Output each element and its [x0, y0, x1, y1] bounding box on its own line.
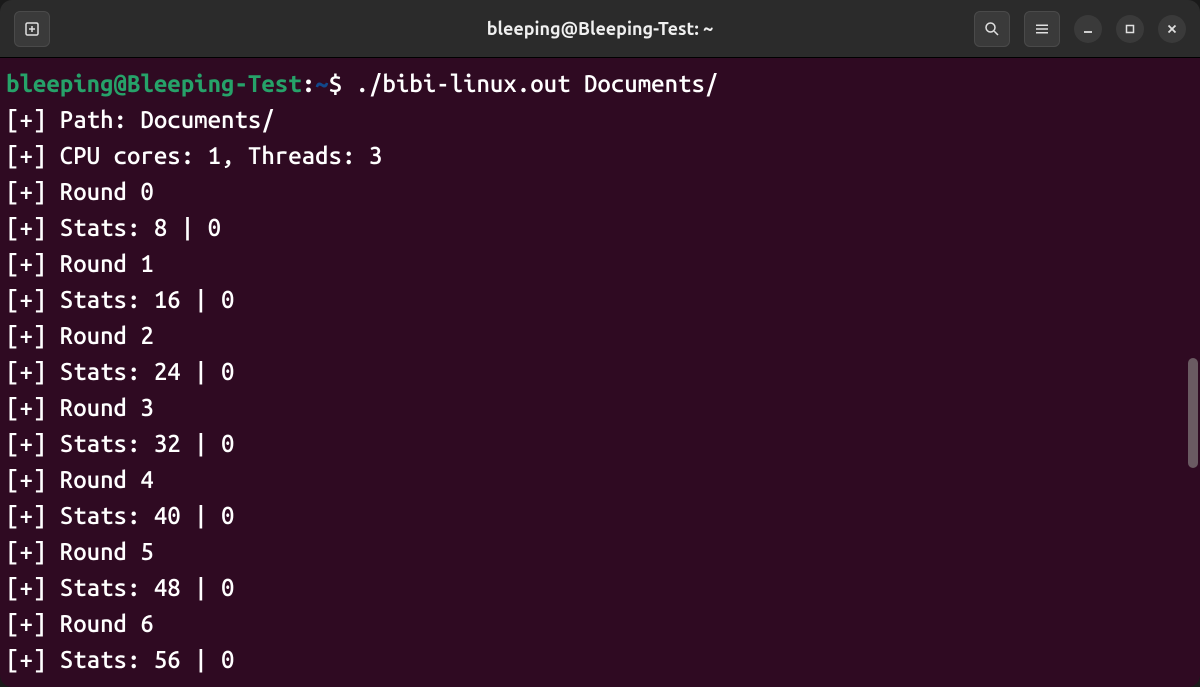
- output-line: [+] CPU cores: 1, Threads: 3: [6, 138, 1194, 174]
- close-button[interactable]: [1158, 15, 1186, 43]
- output-line: [+] Path: Documents/: [6, 102, 1194, 138]
- titlebar-right-controls: [974, 11, 1186, 47]
- menu-button[interactable]: [1024, 11, 1060, 47]
- output-line: [+] Stats: 24 | 0: [6, 354, 1194, 390]
- terminal-body[interactable]: bleeping@Bleeping-Test:~$ ./bibi-linux.o…: [0, 58, 1200, 687]
- output-line: [+] Stats: 32 | 0: [6, 426, 1194, 462]
- output-line: [+] Stats: 56 | 0: [6, 642, 1194, 678]
- maximize-icon: [1124, 23, 1136, 35]
- output-line: [+] Round 1: [6, 246, 1194, 282]
- output-line: [+] Round 4: [6, 462, 1194, 498]
- titlebar-left-controls: [14, 11, 50, 47]
- output-line: [+] Stats: 40 | 0: [6, 498, 1194, 534]
- output-line: [+] Stats: 16 | 0: [6, 282, 1194, 318]
- prompt-separator: :: [302, 70, 315, 97]
- prompt-user-host: bleeping@Bleeping-Test: [6, 70, 302, 97]
- titlebar: bleeping@Bleeping-Test: ~: [0, 0, 1200, 58]
- terminal-output: [+] Path: Documents/[+] CPU cores: 1, Th…: [6, 102, 1194, 678]
- command-text: ./bibi-linux.out Documents/: [342, 70, 718, 97]
- output-line: [+] Round 3: [6, 390, 1194, 426]
- output-line: [+] Round 0: [6, 174, 1194, 210]
- output-line: [+] Round 5: [6, 534, 1194, 570]
- terminal-window: bleeping@Bleeping-Test: ~: [0, 0, 1200, 687]
- output-line: [+] Round 6: [6, 606, 1194, 642]
- scrollbar-thumb[interactable]: [1188, 358, 1198, 468]
- new-tab-icon: [23, 20, 41, 38]
- prompt-line: bleeping@Bleeping-Test:~$ ./bibi-linux.o…: [6, 66, 1194, 102]
- prompt-cwd: ~: [315, 70, 328, 97]
- minimize-button[interactable]: [1074, 15, 1102, 43]
- output-line: [+] Stats: 8 | 0: [6, 210, 1194, 246]
- minimize-icon: [1082, 23, 1094, 35]
- search-button[interactable]: [974, 11, 1010, 47]
- maximize-button[interactable]: [1116, 15, 1144, 43]
- prompt-symbol: $: [329, 70, 342, 97]
- output-line: [+] Round 2: [6, 318, 1194, 354]
- output-line: [+] Stats: 48 | 0: [6, 570, 1194, 606]
- new-tab-button[interactable]: [14, 11, 50, 47]
- close-icon: [1166, 23, 1178, 35]
- hamburger-icon: [1033, 20, 1051, 38]
- search-icon: [983, 20, 1001, 38]
- window-title: bleeping@Bleeping-Test: ~: [487, 19, 713, 39]
